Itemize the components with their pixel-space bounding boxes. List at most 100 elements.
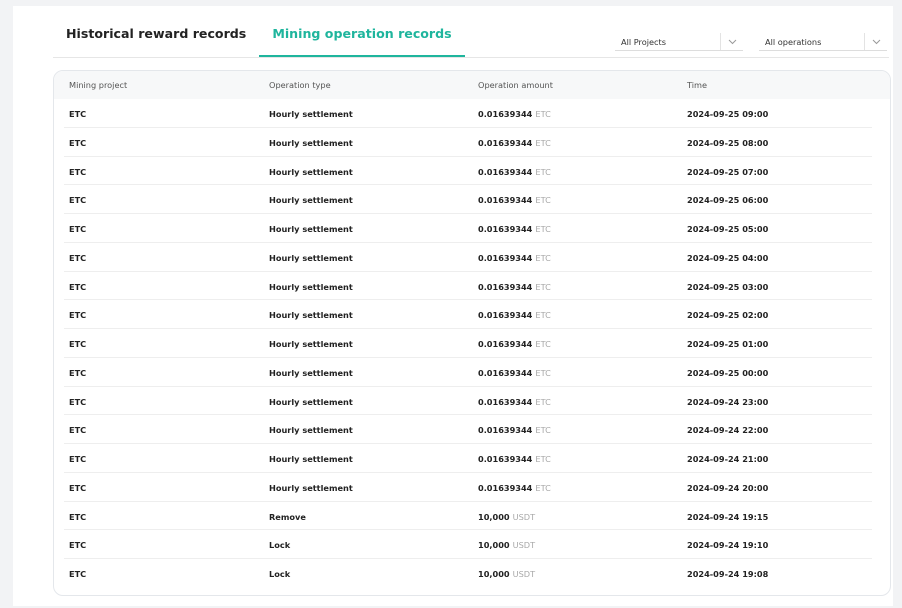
amount-value: 0.01639344 (478, 224, 533, 234)
cell-mining-project: ETC (69, 310, 87, 321)
cell-mining-project: ETC (69, 166, 87, 177)
table-row: ETC Hourly settlement 0.01639344 ETC 2024-09… (54, 272, 890, 301)
table-row: ETC Hourly settlement 0.01639344 ETC 2024-09… (54, 300, 890, 329)
cell-operation-amount: 10,000 USDT (478, 512, 535, 522)
amount-value: 0.01639344 (478, 137, 533, 148)
project-filter-select[interactable]: All Projects (615, 33, 743, 51)
cell-operation-amount: 0.01639344 ETC (478, 109, 551, 119)
cell-operation-amount: 10,000 USDT (478, 569, 535, 579)
cell-time: 2024-09-25 03:00 (687, 281, 769, 292)
cell-time: 2024-09-25 02:00 (687, 310, 769, 321)
chevron-down-icon (720, 33, 743, 50)
cell-operation-type: Hourly settlement (269, 281, 353, 292)
cell-mining-project: ETC (69, 454, 87, 464)
cell-operation-amount: 0.01639344 ETC (478, 454, 551, 464)
cell-operation-type: Hourly settlement (269, 454, 353, 464)
cell-operation-amount: 10,000 USDT (478, 540, 535, 550)
records-panel: Historical reward records Mining operati… (13, 6, 893, 606)
table-body: ETC Hourly settlement 0.01639344 ETC 2024-09… (54, 99, 890, 588)
cell-operation-type: Remove (269, 511, 306, 522)
cell-operation-amount: 0.01639344 ETC (478, 282, 551, 292)
cell-operation-type: Hourly settlement (269, 137, 353, 148)
cell-time: 2024-09-25 06:00 (687, 195, 769, 206)
cell-operation-type: Hourly settlement (269, 109, 353, 119)
cell-operation-amount: 0.01639344 ETC (478, 397, 551, 407)
cell-time: 2024-09-24 21:00 (687, 454, 769, 464)
amount-unit: USDT (512, 540, 536, 551)
cell-time: 2024-09-25 08:00 (687, 137, 769, 148)
cell-operation-amount: 0.01639344 ETC (478, 368, 551, 378)
cell-time: 2024-09-25 01:00 (687, 339, 769, 349)
cell-operation-type: Hourly settlement (269, 396, 353, 407)
amount-unit: USDT (512, 569, 536, 579)
amount-value: 10,000 (478, 540, 510, 551)
table-row: ETC Hourly settlement 0.01639344 ETC 2024-09… (54, 358, 890, 387)
cell-mining-project: ETC (69, 367, 87, 378)
table-row: ETC Hourly settlement 0.01639344 ETC 2024-09… (54, 473, 890, 502)
cell-operation-type: Hourly settlement (269, 310, 353, 321)
table-row: ETC Hourly settlement 0.01639344 ETC 2024-09… (54, 214, 890, 243)
cell-operation-amount: 0.01639344 ETC (478, 339, 551, 349)
records-tabs: Historical reward records Mining operati… (53, 6, 466, 57)
cell-mining-project: ETC (69, 195, 87, 206)
amount-value: 10,000 (478, 511, 510, 522)
amount-value: 0.01639344 (478, 166, 533, 177)
table-row: ETC Hourly settlement 0.01639344 ETC 2024-09… (54, 243, 890, 272)
chevron-down-icon (864, 33, 887, 50)
amount-unit: ETC (535, 281, 551, 292)
cell-time: 2024-09-25 00:00 (687, 367, 769, 378)
amount-unit: ETC (535, 224, 551, 234)
cell-time: 2024-09-25 07:00 (687, 166, 769, 177)
operation-records-table: Mining project Operation type Operation … (53, 70, 891, 596)
header-time: Time (687, 80, 708, 90)
cell-operation-type: Hourly settlement (269, 367, 353, 378)
cell-time: 2024-09-24 22:00 (687, 425, 769, 436)
cell-time: 2024-09-25 04:00 (687, 252, 769, 263)
amount-value: 0.01639344 (478, 339, 533, 349)
cell-operation-amount: 0.01639344 ETC (478, 138, 551, 148)
cell-mining-project: ETC (69, 137, 87, 148)
amount-unit: ETC (535, 310, 551, 321)
tabs-divider (53, 57, 889, 58)
cell-operation-amount: 0.01639344 ETC (478, 310, 551, 320)
project-filter-value: All Projects (621, 36, 667, 47)
amount-unit: ETC (535, 339, 551, 349)
cell-mining-project: ETC (69, 569, 87, 579)
cell-mining-project: ETC (69, 511, 87, 522)
amount-unit: ETC (535, 166, 551, 177)
table-row: ETC Lock 10,000 USDT 2024-09-24 19:08 (54, 559, 890, 588)
table-row: ETC Lock 10,000 USDT 2024-09-24 19:10 (54, 530, 890, 559)
amount-value: 10,000 (478, 569, 510, 579)
amount-unit: ETC (535, 367, 551, 378)
amount-value: 0.01639344 (478, 109, 533, 119)
table-row: ETC Remove 10,000 USDT 2024-09-24 19:15 (54, 502, 890, 531)
header-operation-amount: Operation amount (478, 80, 553, 90)
table-row: ETC Hourly settlement 0.01639344 ETC 2024-09… (54, 185, 890, 214)
table-row: ETC Hourly settlement 0.01639344 ETC 2024-09… (54, 415, 890, 444)
operation-filter-select[interactable]: All operations (759, 33, 887, 51)
table-row: ETC Hourly settlement 0.01639344 ETC 2024-09… (54, 157, 890, 186)
cell-operation-type: Lock (269, 540, 291, 551)
table-row: ETC Hourly settlement 0.01639344 ETC 2024-09… (54, 128, 890, 157)
cell-time: 2024-09-24 20:00 (687, 482, 769, 493)
cell-mining-project: ETC (69, 109, 87, 119)
cell-mining-project: ETC (69, 396, 87, 407)
amount-value: 0.01639344 (478, 482, 533, 493)
table-header: Mining project Operation type Operation … (54, 71, 890, 99)
amount-unit: ETC (535, 109, 551, 119)
amount-value: 0.01639344 (478, 367, 533, 378)
cell-operation-amount: 0.01639344 ETC (478, 167, 551, 177)
cell-operation-amount: 0.01639344 ETC (478, 224, 551, 234)
tab-mining-operation-records[interactable]: Mining operation records (259, 6, 466, 57)
amount-unit: ETC (535, 425, 551, 436)
tab-historical-reward-records[interactable]: Historical reward records (53, 6, 259, 57)
cell-operation-amount: 0.01639344 ETC (478, 425, 551, 435)
table-row: ETC Hourly settlement 0.01639344 ETC 2024-09… (54, 99, 890, 128)
table-row: ETC Hourly settlement 0.01639344 ETC 2024-09… (54, 329, 890, 358)
cell-operation-type: Hourly settlement (269, 166, 353, 177)
header-mining-project: Mining project (69, 80, 128, 90)
table-row: ETC Hourly settlement 0.01639344 ETC 2024-09… (54, 444, 890, 473)
cell-operation-amount: 0.01639344 ETC (478, 195, 551, 205)
cell-time: 2024-09-24 19:10 (687, 540, 769, 551)
cell-operation-type: Hourly settlement (269, 224, 353, 234)
